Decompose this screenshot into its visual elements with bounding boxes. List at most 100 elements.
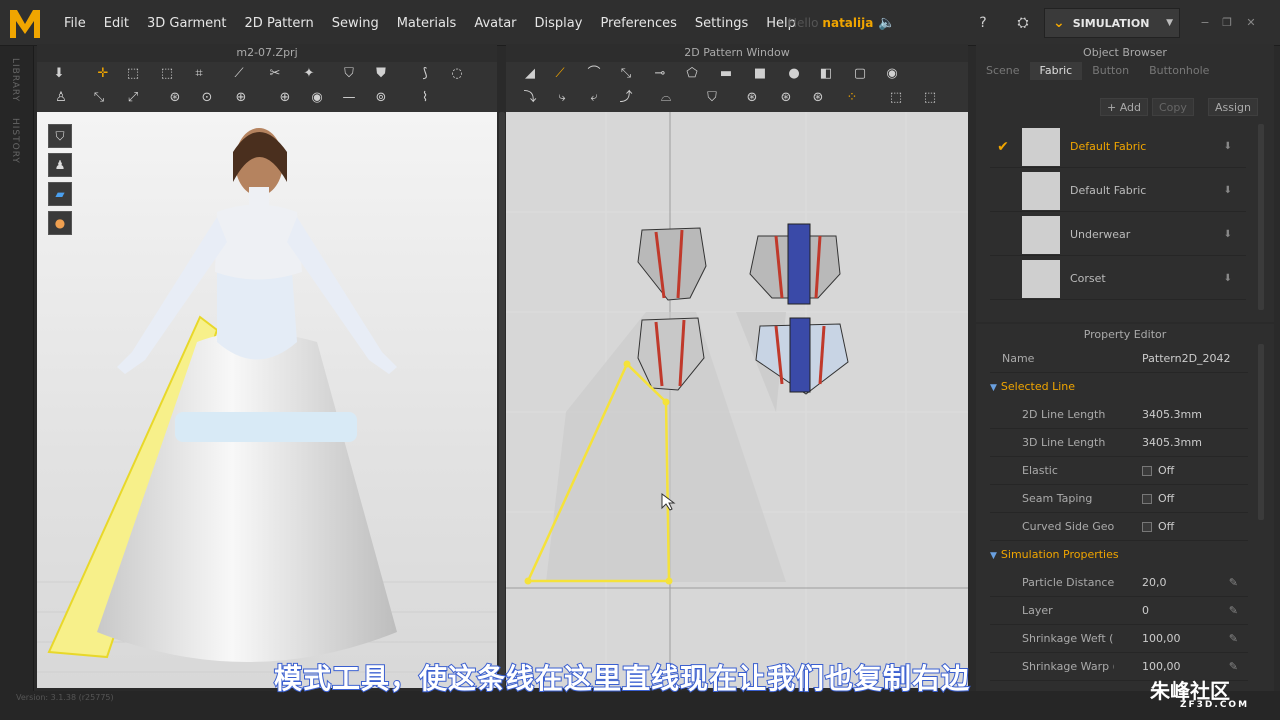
transform-pattern-icon[interactable]: ◢ — [520, 65, 540, 83]
download-icon[interactable]: ⬇ — [1224, 229, 1232, 240]
dropdown-arrow-icon[interactable]: ▼ — [1166, 18, 1173, 28]
dart-icon[interactable]: ◧ — [816, 65, 836, 83]
line-icon[interactable]: — — [339, 89, 359, 107]
curved-side-checkbox[interactable] — [1142, 522, 1152, 532]
menu-edit[interactable]: Edit — [95, 16, 138, 31]
elastic-checkbox[interactable] — [1142, 466, 1152, 476]
sound-icon[interactable]: 🔈 — [878, 14, 896, 32]
menu-file[interactable]: File — [55, 16, 95, 31]
internal-rect-icon[interactable]: ▢ — [850, 65, 870, 83]
select-box-icon[interactable]: ⬚ — [123, 65, 143, 83]
scrollbar-properties[interactable] — [1258, 344, 1264, 520]
texture-view-icon[interactable]: ▰ — [48, 182, 72, 206]
section-selected-line[interactable]: ▼ Selected Line — [990, 373, 1075, 401]
add-button[interactable]: + Add — [1100, 98, 1149, 116]
menu-3d-garment[interactable]: 3D Garment — [138, 16, 236, 31]
assign-button[interactable]: Assign — [1208, 98, 1258, 116]
texture-icon[interactable]: ⊚ — [371, 89, 391, 107]
prop-value[interactable]: Pattern2D_2042 — [1142, 345, 1231, 373]
avatar-pose-icon[interactable]: ♙ — [51, 89, 71, 107]
garment-icon[interactable]: ⛊ — [371, 65, 391, 83]
show-avatar-icon[interactable]: ♟ — [48, 153, 72, 177]
tape-icon[interactable]: ⤢ — [123, 89, 143, 107]
bodice-back-top[interactable] — [749, 223, 841, 305]
measure-icon[interactable]: ⤡ — [89, 89, 109, 107]
zipper-icon[interactable]: ⊕ — [231, 89, 251, 107]
fabric-item-underwear[interactable]: Underwear ⬇ — [990, 214, 1246, 256]
menu-2d-pattern[interactable]: 2D Pattern — [236, 16, 323, 31]
restore-icon[interactable]: ❐ — [1220, 16, 1234, 30]
library-tab[interactable]: LIBRARY — [10, 58, 20, 102]
tab-button[interactable]: Button — [1082, 62, 1139, 80]
history-tab[interactable]: HISTORY — [10, 118, 20, 164]
pin-icon[interactable]: ✦ — [299, 65, 319, 83]
internal-circle-icon[interactable]: ◉ — [882, 65, 902, 83]
bodice-front-top[interactable] — [637, 227, 707, 301]
skin-view-icon[interactable]: ● — [48, 211, 72, 235]
download-icon[interactable]: ⬇ — [1224, 273, 1232, 284]
tack-icon[interactable]: ⟆ — [415, 65, 435, 83]
tab-fabric[interactable]: Fabric — [1029, 62, 1083, 80]
tack-2d-icon[interactable]: ⤴ — [616, 89, 636, 107]
menu-sewing[interactable]: Sewing — [323, 16, 388, 31]
sewing-icon[interactable]: ✂ — [265, 65, 285, 83]
prop-value[interactable]: 3405.3mm — [1142, 401, 1202, 429]
fold-2d-icon[interactable]: ⌓ — [656, 89, 676, 107]
download-icon[interactable]: ⬇ — [1224, 185, 1232, 196]
segment-icon[interactable]: ⟋ — [229, 65, 249, 83]
edit-icon[interactable]: ✎ — [1229, 569, 1238, 597]
button-icon[interactable]: ⊛ — [165, 89, 185, 107]
help-icon[interactable]: ? — [974, 14, 992, 32]
rectangle-icon[interactable]: ■ — [750, 65, 770, 83]
prop-value[interactable]: 20,0 — [1142, 569, 1167, 597]
show-garment-icon[interactable]: ⛉ — [48, 124, 72, 148]
transform-icon[interactable]: ✛ — [93, 65, 113, 83]
hanger-icon[interactable]: ⛭ — [1014, 14, 1032, 32]
tab-scene[interactable]: Scene — [976, 62, 1030, 80]
fabric-item-corset[interactable]: Corset ⬇ — [990, 258, 1246, 300]
lasso-icon[interactable]: ◌ — [447, 65, 467, 83]
brush-icon[interactable]: ⌇ — [415, 89, 435, 107]
user-name[interactable]: natalija — [822, 16, 873, 30]
smocking-icon[interactable]: ⊛ — [808, 89, 828, 107]
viewport-3d[interactable] — [37, 112, 497, 688]
edit-icon[interactable]: ✎ — [1229, 597, 1238, 625]
circle-2d-icon[interactable]: ● — [784, 65, 804, 83]
edit-icon[interactable]: ✎ — [1229, 625, 1238, 653]
close-icon[interactable]: ✕ — [1244, 16, 1258, 30]
shirt-icon[interactable]: ⛉ — [339, 65, 359, 83]
move-down-icon[interactable]: ⬇ — [49, 65, 69, 83]
menu-preferences[interactable]: Preferences — [591, 16, 685, 31]
section-simulation-properties[interactable]: ▼ Simulation Properties — [990, 541, 1119, 569]
scrollbar-fabric[interactable] — [1258, 124, 1264, 310]
rotate-icon[interactable]: ⬚ — [157, 65, 177, 83]
points-icon[interactable]: ⁘ — [842, 89, 862, 107]
zoom-select-icon[interactable]: ⬚ — [920, 89, 940, 107]
add-point-2d-icon[interactable]: ⊸ — [650, 65, 670, 83]
copy-button[interactable]: Copy — [1152, 98, 1194, 116]
fabric-item-default[interactable]: Default Fabric ⬇ — [990, 170, 1246, 212]
menu-display[interactable]: Display — [526, 16, 592, 31]
edit-pattern-icon[interactable]: ⟋ — [550, 65, 570, 83]
internal-polygon-icon[interactable]: ▬ — [716, 65, 736, 83]
trace-icon[interactable]: ⊛ — [742, 89, 762, 107]
menu-avatar[interactable]: Avatar — [465, 16, 525, 31]
download-icon[interactable]: ⬇ — [1224, 141, 1232, 152]
shirt-2d-icon[interactable]: ⛉ — [702, 89, 722, 107]
polygon-icon[interactable]: ⬠ — [682, 65, 702, 83]
circle-icon[interactable]: ◉ — [307, 89, 327, 107]
edit-curvature-icon[interactable]: ⌒ — [584, 65, 604, 83]
zoom-fit-icon[interactable]: ⬚ — [886, 89, 906, 107]
menu-settings[interactable]: Settings — [686, 16, 757, 31]
simulation-button[interactable]: ⌄ SIMULATION ▼ — [1044, 8, 1180, 38]
fabric-item-default-selected[interactable]: ✔ Default Fabric ⬇ — [990, 126, 1246, 168]
scrollbar-3d[interactable] — [499, 112, 505, 688]
prop-value[interactable]: 0 — [1142, 597, 1149, 625]
viewport-2d[interactable] — [506, 112, 968, 688]
menu-materials[interactable]: Materials — [388, 16, 466, 31]
buttonhole-icon[interactable]: ⊙ — [197, 89, 217, 107]
pleat-icon[interactable]: ⊛ — [776, 89, 796, 107]
fold-icon[interactable]: ⌗ — [189, 65, 209, 83]
prop-value[interactable]: 3405.3mm — [1142, 429, 1202, 457]
seam-taping-checkbox[interactable] — [1142, 494, 1152, 504]
